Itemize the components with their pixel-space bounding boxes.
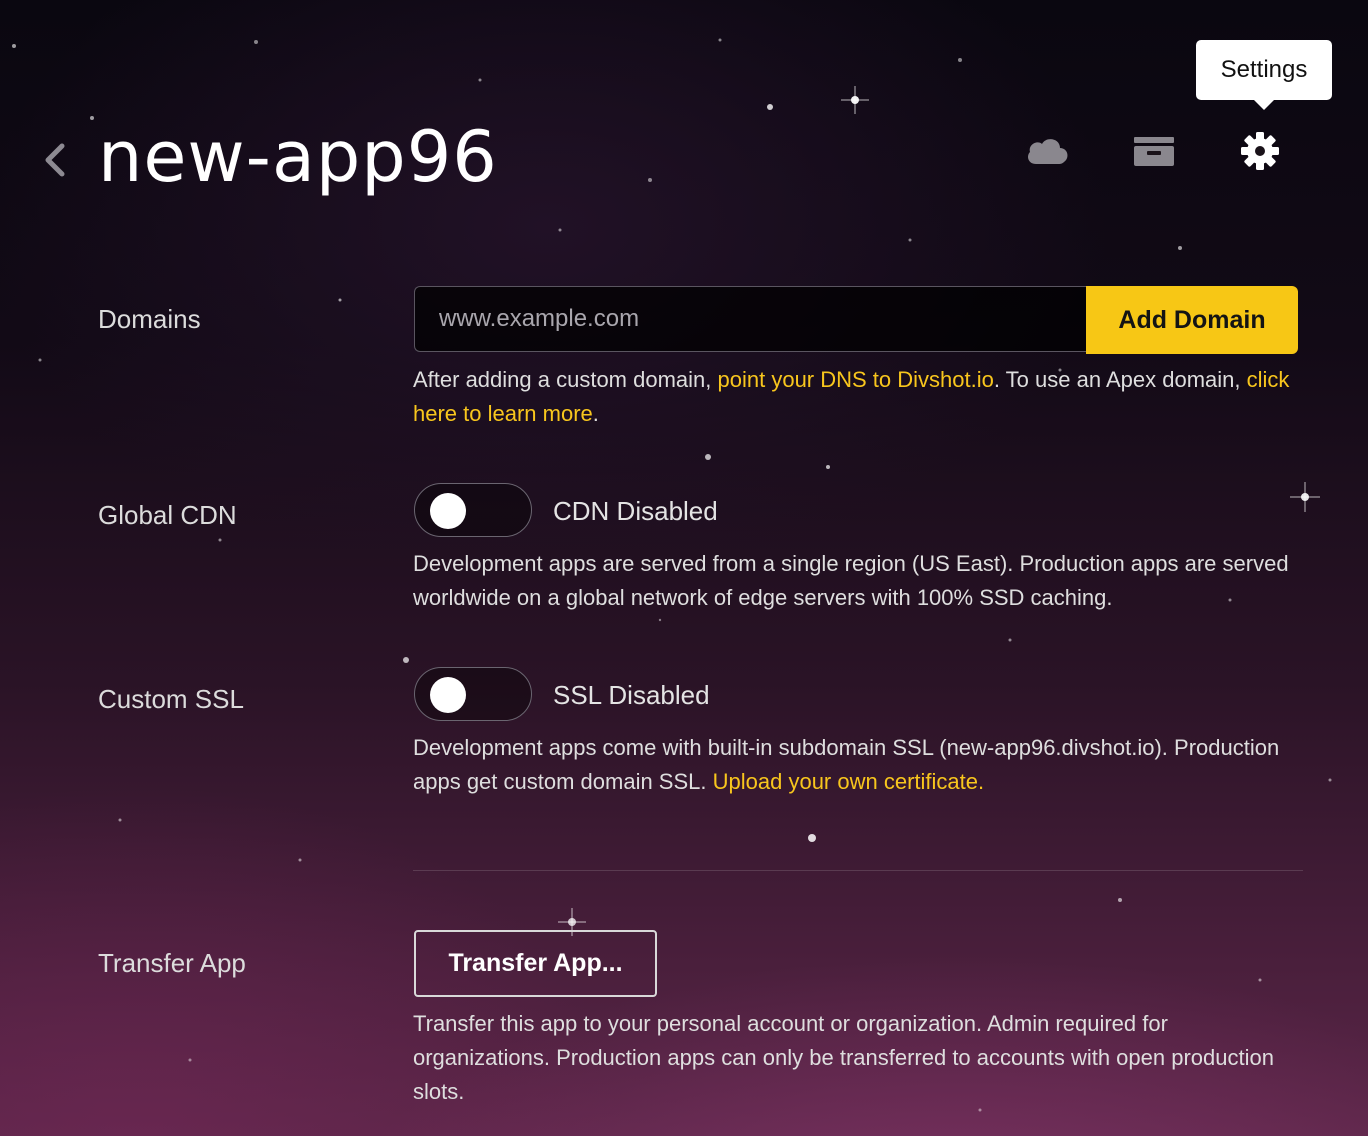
- domains-desc-middle: . To use an Apex domain,: [993, 367, 1241, 392]
- cdn-description: Development apps are served from a singl…: [413, 551, 1289, 610]
- tooltip-text: Settings: [1220, 56, 1308, 83]
- gear-icon: [1241, 132, 1279, 170]
- back-button[interactable]: [38, 138, 74, 182]
- add-domain-button[interactable]: Add Domain: [1086, 286, 1298, 354]
- chevron-left-icon: [45, 143, 65, 177]
- cdn-label: Global CDN: [98, 500, 237, 530]
- cdn-toggle[interactable]: [414, 483, 532, 537]
- settings-tooltip: Settings: [1196, 40, 1332, 110]
- domains-desc-end: .: [592, 401, 599, 426]
- wallet-icon: [1134, 137, 1174, 166]
- domain-input[interactable]: [414, 286, 1086, 352]
- ssl-description: Development apps come with built-in subd…: [413, 731, 1303, 799]
- domains-label: Domains: [98, 304, 201, 334]
- transfer-label: Transfer App: [98, 948, 246, 978]
- domains-description: After adding a custom domain, point your…: [413, 363, 1303, 431]
- transfer-description: Transfer this app to your personal accou…: [413, 1011, 1274, 1104]
- toggle-knob: [430, 677, 466, 713]
- cdn-status: CDN Disabled: [553, 496, 718, 526]
- cloud-button[interactable]: [1022, 128, 1072, 174]
- transfer-app-button[interactable]: Transfer App...: [414, 930, 657, 997]
- ssl-label: Custom SSL: [98, 684, 244, 714]
- cloud-icon: [1028, 139, 1068, 164]
- app-title: new-app96: [98, 116, 498, 198]
- dns-link[interactable]: point your DNS to Divshot.io: [718, 367, 994, 392]
- domains-desc-before: After adding a custom domain,: [413, 367, 712, 392]
- upload-certificate-link[interactable]: Upload your own certificate.: [713, 769, 984, 794]
- section-divider: [413, 870, 1303, 871]
- settings-button[interactable]: [1235, 128, 1285, 174]
- billing-button[interactable]: [1129, 128, 1179, 174]
- ssl-status: SSL Disabled: [553, 680, 710, 710]
- toggle-knob: [430, 493, 466, 529]
- ssl-toggle[interactable]: [414, 667, 532, 721]
